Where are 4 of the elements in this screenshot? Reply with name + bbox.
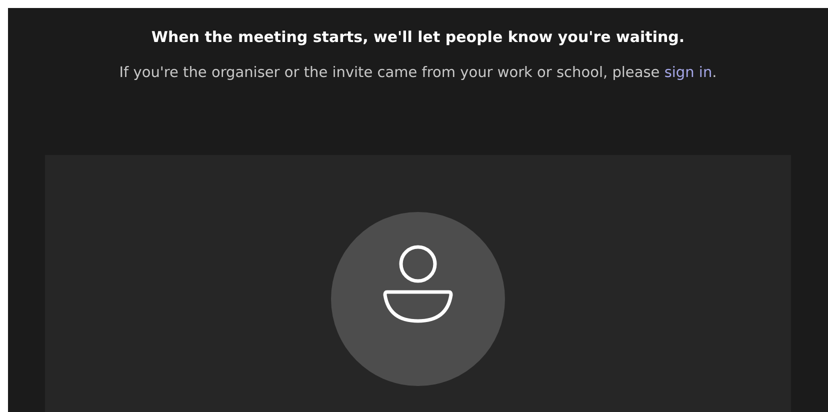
- waiting-message: When the meeting starts, we'll let people know you're waiting.: [151, 27, 685, 47]
- person-icon: [383, 245, 453, 323]
- sign-in-notice: If you're the organiser or the invite came from your work or school, please sign in.: [119, 64, 717, 83]
- sign-in-link[interactable]: sign in: [664, 65, 712, 81]
